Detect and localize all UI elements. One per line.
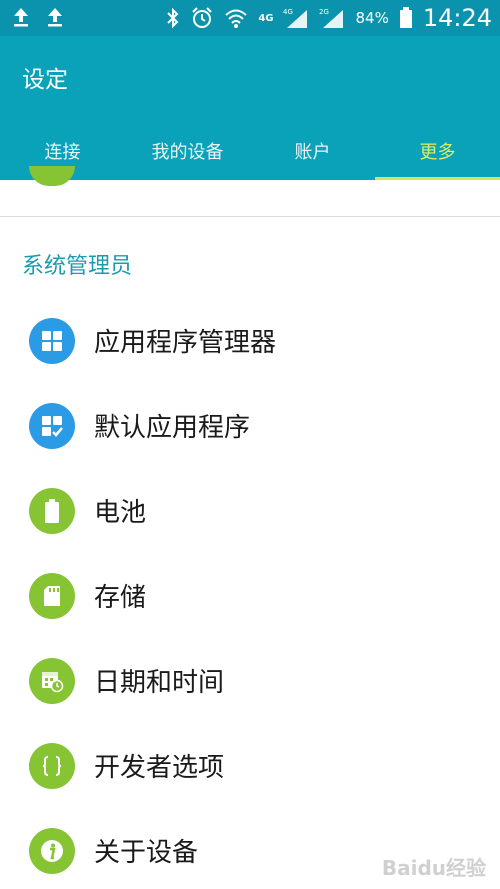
list-item-date-time[interactable]: 日期和时间 — [0, 638, 500, 723]
settings-list: 应用程序管理器 默认应用程序 电池 存储 日期和时间 开发者选项 关于设备 — [0, 298, 500, 889]
signal-icon: 2G — [319, 8, 344, 28]
tab-accounts[interactable]: 账户 — [250, 121, 375, 180]
divider — [0, 216, 500, 217]
tab-my-device[interactable]: 我的设备 — [125, 121, 250, 180]
watermark: Baidu经验 — [381, 856, 486, 880]
list-item-label: 电池 — [94, 498, 147, 528]
wifi-icon — [225, 9, 247, 28]
svg-text:4G: 4G — [283, 8, 293, 16]
list-item-label: 开发者选项 — [94, 753, 225, 783]
list-item-default-apps[interactable]: 默认应用程序 — [0, 383, 500, 468]
tab-bar: 连接 我的设备 账户 更多 — [0, 121, 500, 180]
apps-grid-icon — [29, 317, 75, 364]
list-item-label: 日期和时间 — [94, 668, 225, 698]
list-item-battery[interactable]: 电池 — [0, 468, 500, 553]
battery-percent: 84% — [355, 9, 389, 27]
list-item-label: 应用程序管理器 — [94, 328, 277, 358]
notification-icons — [12, 6, 64, 28]
app-bar: 设定 连接 我的设备 账户 更多 — [0, 36, 500, 180]
partial-list-icon — [29, 166, 75, 186]
upload-icon — [14, 8, 28, 27]
sd-card-icon — [29, 572, 75, 619]
list-item-application-manager[interactable]: 应用程序管理器 — [0, 298, 500, 383]
list-item-label: 存储 — [94, 583, 147, 613]
signal-icon: 4G — [283, 8, 308, 28]
section-header: 系统管理员 — [22, 254, 133, 279]
bluetooth-icon — [167, 7, 179, 29]
clock: 14:24 — [422, 4, 492, 32]
list-item-developer-options[interactable]: 开发者选项 — [0, 723, 500, 808]
battery-icon — [399, 7, 412, 28]
list-item-storage[interactable]: 存储 — [0, 553, 500, 638]
info-icon — [29, 827, 75, 874]
calendar-clock-icon — [29, 657, 75, 704]
list-item-label: 默认应用程序 — [94, 413, 251, 443]
battery-icon — [29, 487, 75, 534]
status-bar: 4G 4G 2G 84% 14:24 — [0, 0, 500, 36]
status-icons: 4G 4G 2G 84% 14:24 — [166, 0, 492, 36]
alarm-icon — [192, 7, 213, 28]
list-item-label: 关于设备 — [94, 838, 199, 868]
default-apps-icon — [29, 402, 75, 449]
upload-icon — [48, 8, 62, 27]
network-type-label: 4G — [258, 12, 274, 24]
braces-icon — [29, 742, 75, 789]
tab-more[interactable]: 更多 — [375, 121, 500, 180]
page-title: 设定 — [22, 67, 68, 93]
svg-text:2G: 2G — [319, 8, 329, 16]
